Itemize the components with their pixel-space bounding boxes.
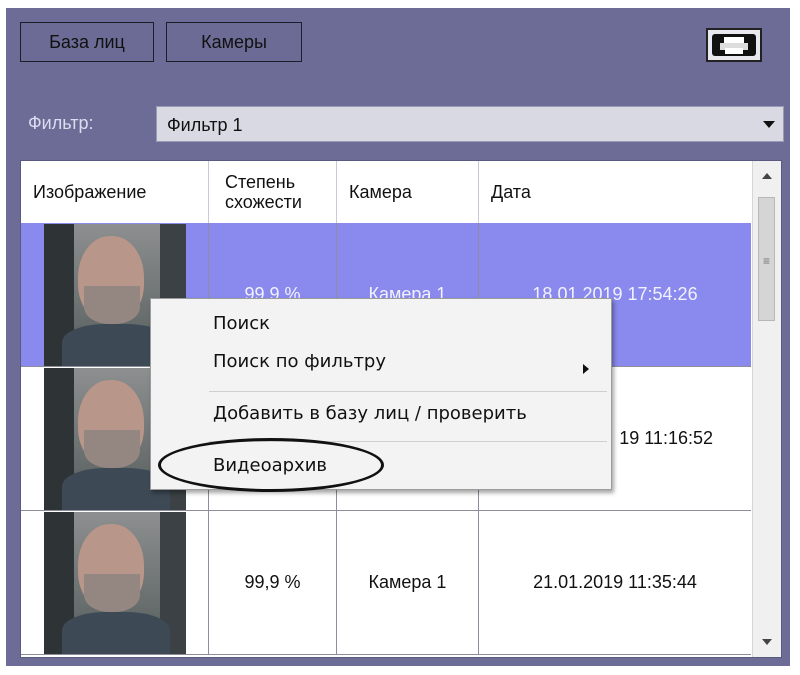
scroll-down-icon[interactable] bbox=[762, 639, 772, 645]
column-date[interactable]: Дата bbox=[479, 161, 751, 223]
table-row[interactable]: 99,9 % Камера 1 21.01.2019 11:35:44 bbox=[21, 511, 751, 655]
face-thumbnail-cell bbox=[21, 511, 209, 654]
date-cell: 21.01.2019 11:35:44 bbox=[533, 572, 697, 592]
filter-label: Фильтр: bbox=[28, 113, 94, 133]
camera-cell: Камера 1 bbox=[337, 511, 479, 654]
print-button[interactable] bbox=[706, 28, 762, 62]
tab-cameras[interactable]: Камеры bbox=[166, 22, 302, 62]
vertical-scrollbar[interactable]: ≡ bbox=[752, 161, 781, 657]
chevron-down-icon[interactable] bbox=[763, 121, 775, 128]
menu-item-add-to-faces[interactable]: Добавить в базу лиц / проверить bbox=[213, 403, 527, 424]
menu-item-search[interactable]: Поиск bbox=[213, 313, 270, 334]
face-thumbnail bbox=[43, 511, 186, 654]
grip-icon: ≡ bbox=[763, 254, 771, 268]
scroll-thumb[interactable]: ≡ bbox=[758, 197, 775, 321]
filter-select[interactable]: Фильтр 1 bbox=[156, 106, 784, 142]
menu-item-search-by-filter[interactable]: Поиск по фильтру bbox=[213, 351, 386, 372]
chevron-right-icon bbox=[583, 364, 589, 374]
column-camera[interactable]: Камера bbox=[337, 161, 479, 223]
similarity-cell: 99,9 % bbox=[209, 511, 337, 654]
column-similarity[interactable]: Степень схожести bbox=[209, 161, 337, 223]
table-header: Изображение Степень схожести Камера Дата bbox=[21, 161, 751, 224]
scroll-up-icon[interactable] bbox=[762, 173, 772, 179]
filter-value: Фильтр 1 bbox=[167, 115, 243, 135]
print-icon bbox=[712, 34, 756, 56]
highlight-ellipse bbox=[158, 438, 384, 492]
tab-faces-database[interactable]: База лиц bbox=[20, 22, 154, 62]
column-image[interactable]: Изображение bbox=[21, 161, 209, 223]
menu-separator bbox=[209, 391, 607, 392]
